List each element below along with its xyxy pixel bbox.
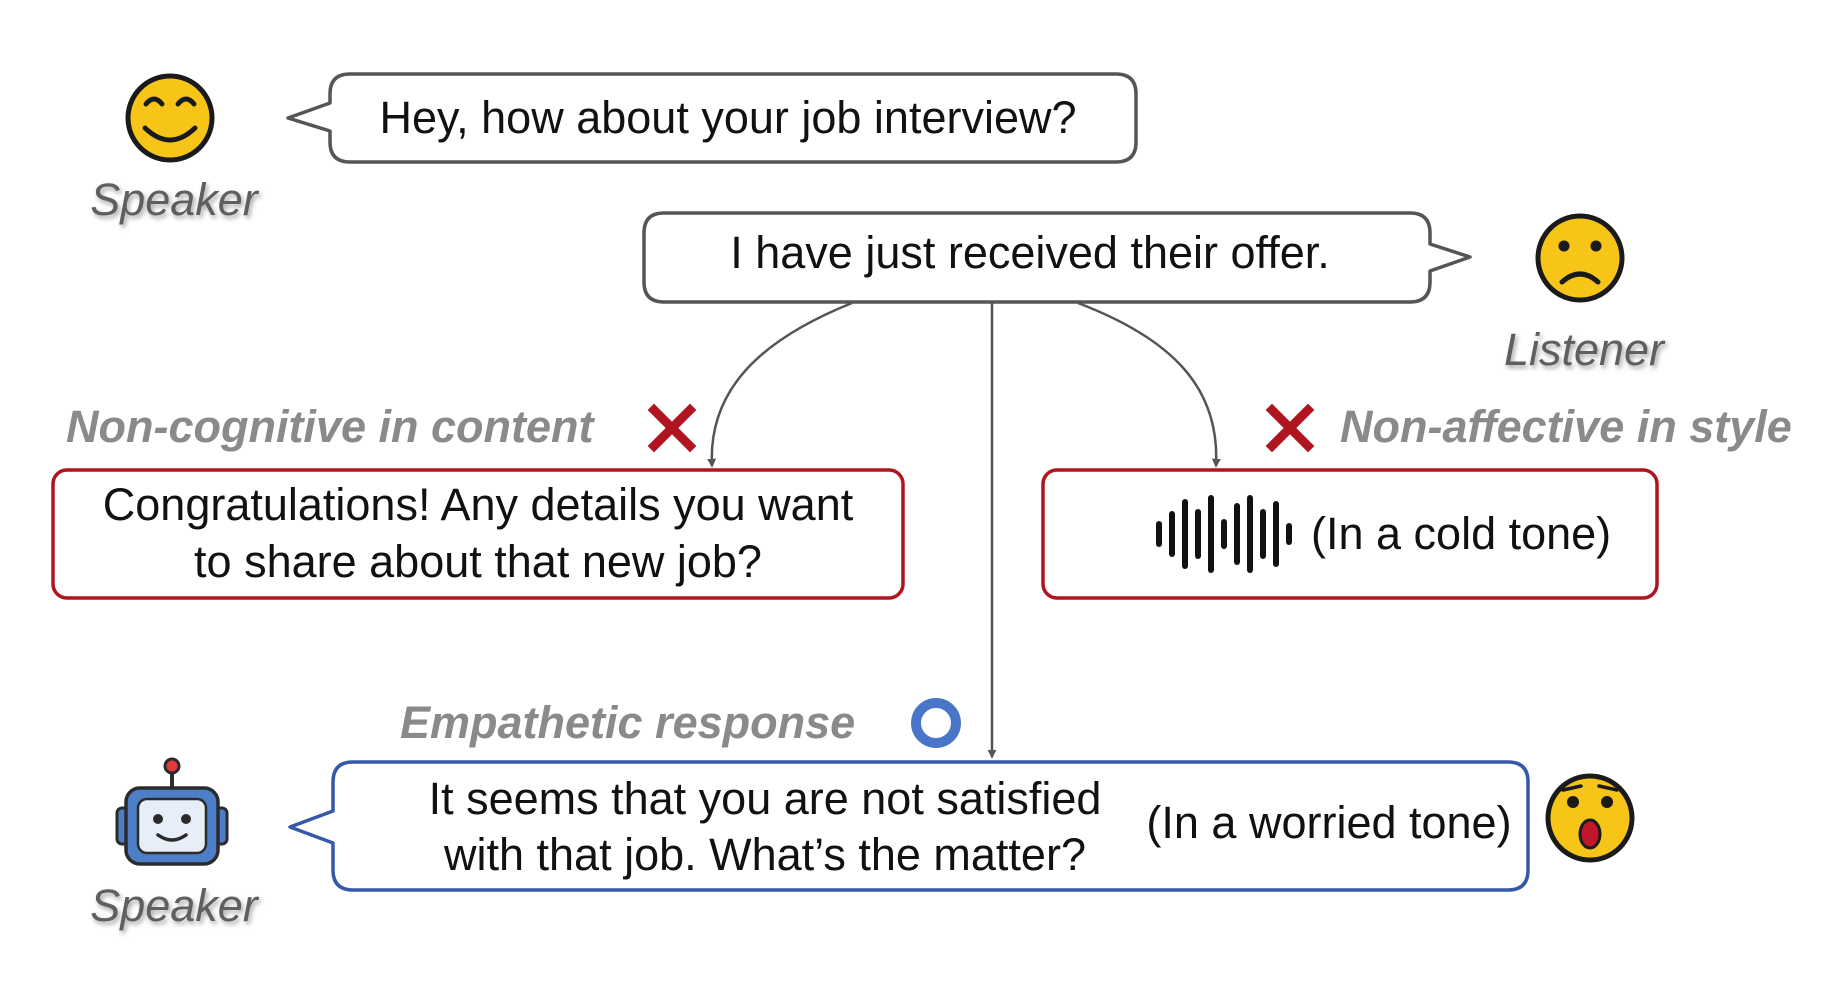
arrow-to-non-affective <box>1077 301 1221 468</box>
cross-icon <box>647 403 697 453</box>
empathetic-response-line1: It seems that you are not satisfied <box>429 773 1102 824</box>
non-affective-tone-text: (In a cold tone) <box>1311 508 1611 559</box>
surprised-face-icon <box>1545 773 1635 863</box>
speaker-utterance-text: Hey, how about your job interview? <box>379 92 1076 143</box>
empathetic-response-line2: with that job. What’s the matter? <box>443 829 1086 880</box>
smiling-face-icon <box>125 73 215 163</box>
speaker-top-label: Speaker <box>90 174 260 225</box>
frowning-face-icon <box>1535 213 1625 303</box>
empathy-diagram: Speaker Hey, how about your job intervie… <box>51 72 1792 931</box>
arrow-to-non-cognitive <box>707 301 853 468</box>
circle-icon <box>911 698 961 748</box>
non-cognitive-response-line1: Congratulations! Any details you want <box>103 479 854 530</box>
empathetic-label: Empathetic response <box>400 697 855 748</box>
listener-utterance-text: I have just received their offer. <box>730 227 1330 278</box>
non-cognitive-label: Non-cognitive in content <box>66 401 595 452</box>
empathetic-tone-text: (In a worried tone) <box>1146 797 1511 848</box>
speaker-bottom-label: Speaker <box>90 880 260 931</box>
non-cognitive-response-line2: to share about that new job? <box>194 536 762 587</box>
non-affective-label: Non-affective in style <box>1340 401 1792 452</box>
cross-icon <box>1265 403 1315 453</box>
robot-icon <box>115 757 229 866</box>
listener-label: Listener <box>1504 324 1666 375</box>
figure-stage: Speaker Hey, how about your job intervie… <box>0 0 1826 1003</box>
